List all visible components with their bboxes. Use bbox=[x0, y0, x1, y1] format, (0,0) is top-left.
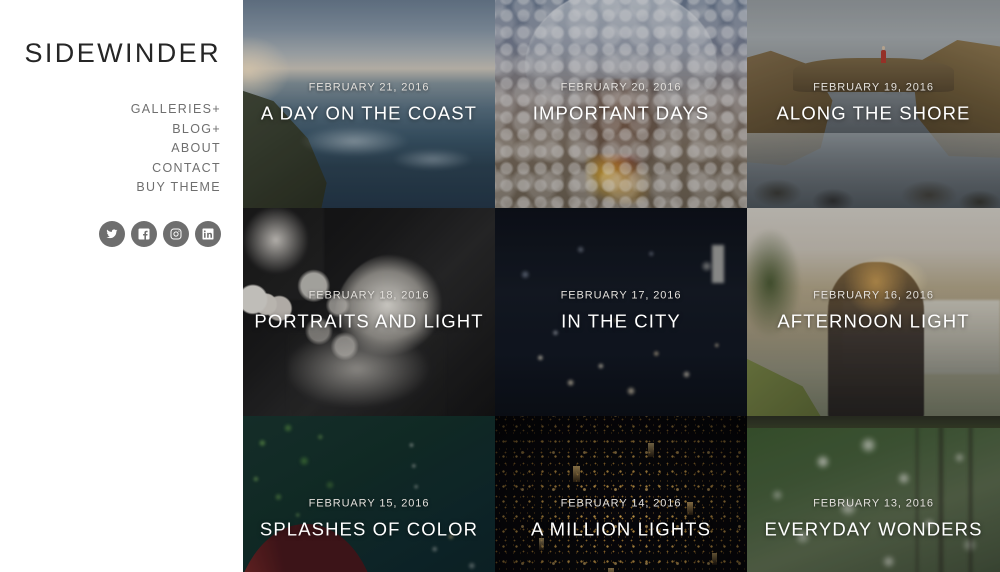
facebook-icon bbox=[138, 228, 150, 240]
tile-overlay-scrim bbox=[495, 416, 747, 572]
tile-caption: FEBRUARY 20, 2016 IMPORTANT DAYS bbox=[495, 81, 747, 128]
gallery-tile[interactable]: FEBRUARY 20, 2016 IMPORTANT DAYS bbox=[495, 0, 747, 208]
social-links bbox=[99, 221, 221, 247]
tile-date: FEBRUARY 16, 2016 bbox=[813, 289, 934, 302]
tile-date: FEBRUARY 19, 2016 bbox=[813, 81, 934, 94]
social-link-instagram[interactable] bbox=[163, 221, 189, 247]
tile-date: FEBRUARY 13, 2016 bbox=[813, 497, 934, 510]
nav-item-galleries[interactable]: GALLERIES+ bbox=[131, 100, 221, 120]
tile-date: FEBRUARY 21, 2016 bbox=[308, 81, 430, 94]
tile-caption: FEBRUARY 21, 2016 A DAY ON THE COAST bbox=[243, 81, 495, 128]
tile-date: FEBRUARY 18, 2016 bbox=[308, 289, 430, 302]
tile-title[interactable]: IMPORTANT DAYS bbox=[505, 100, 737, 128]
tile-date: FEBRUARY 20, 2016 bbox=[560, 81, 682, 94]
twitter-icon bbox=[106, 228, 118, 240]
nav-item-contact[interactable]: CONTACT bbox=[131, 159, 221, 179]
gallery-tile[interactable]: FEBRUARY 13, 2016 EVERYDAY WONDERS bbox=[747, 416, 1000, 572]
tile-caption: FEBRUARY 15, 2016 SPLASHES OF COLOR bbox=[243, 497, 495, 544]
tile-date: FEBRUARY 15, 2016 bbox=[308, 497, 430, 510]
main-navigation: GALLERIES+ BLOG+ ABOUT CONTACT BUY THEME bbox=[131, 100, 221, 198]
social-link-twitter[interactable] bbox=[99, 221, 125, 247]
instagram-icon bbox=[170, 228, 182, 240]
tile-overlay-scrim bbox=[747, 416, 1000, 572]
gallery-tile[interactable]: FEBRUARY 17, 2016 IN THE CITY bbox=[495, 208, 747, 416]
gallery-tile[interactable]: FEBRUARY 14, 2016 A MILLION LIGHTS bbox=[495, 416, 747, 572]
tile-title[interactable]: IN THE CITY bbox=[505, 308, 737, 336]
page-root: SIDEWINDER GALLERIES+ BLOG+ ABOUT CONTACT BU… bbox=[0, 0, 1000, 572]
tile-caption: FEBRUARY 17, 2016 IN THE CITY bbox=[495, 289, 747, 336]
tile-caption: FEBRUARY 13, 2016 EVERYDAY WONDERS bbox=[747, 497, 1000, 544]
tile-title[interactable]: PORTRAITS AND LIGHT bbox=[253, 308, 485, 336]
gallery-tile[interactable]: FEBRUARY 19, 2016 ALONG THE SHORE bbox=[747, 0, 1000, 208]
linkedin-icon bbox=[202, 228, 214, 240]
gallery-tile[interactable]: FEBRUARY 21, 2016 A DAY ON THE COAST bbox=[243, 0, 495, 208]
tile-caption: FEBRUARY 19, 2016 ALONG THE SHORE bbox=[747, 81, 1000, 128]
tile-date: FEBRUARY 14, 2016 bbox=[560, 497, 682, 510]
tile-title[interactable]: A MILLION LIGHTS bbox=[505, 516, 737, 544]
gallery-grid: FEBRUARY 21, 2016 A DAY ON THE COAST FEBRU… bbox=[243, 0, 1000, 572]
gallery-tile[interactable]: FEBRUARY 16, 2016 AFTERNOON LIGHT bbox=[747, 208, 1000, 416]
tile-overlay-scrim bbox=[243, 416, 495, 572]
social-link-facebook[interactable] bbox=[131, 221, 157, 247]
tile-caption: FEBRUARY 14, 2016 A MILLION LIGHTS bbox=[495, 497, 747, 544]
site-title[interactable]: SIDEWINDER bbox=[24, 40, 221, 67]
nav-item-buy-theme[interactable]: BUY THEME bbox=[131, 178, 221, 198]
sidebar: SIDEWINDER GALLERIES+ BLOG+ ABOUT CONTACT BU… bbox=[0, 0, 243, 572]
tile-title[interactable]: A DAY ON THE COAST bbox=[253, 100, 485, 128]
gallery-tile[interactable]: FEBRUARY 15, 2016 SPLASHES OF COLOR bbox=[243, 416, 495, 572]
tile-title[interactable]: EVERYDAY WONDERS bbox=[757, 516, 990, 544]
gallery-tile[interactable]: FEBRUARY 18, 2016 PORTRAITS AND LIGHT bbox=[243, 208, 495, 416]
tile-caption: FEBRUARY 18, 2016 PORTRAITS AND LIGHT bbox=[243, 289, 495, 336]
tile-title[interactable]: ALONG THE SHORE bbox=[757, 100, 990, 128]
tile-caption: FEBRUARY 16, 2016 AFTERNOON LIGHT bbox=[747, 289, 1000, 336]
nav-item-blog[interactable]: BLOG+ bbox=[131, 120, 221, 140]
tile-title[interactable]: SPLASHES OF COLOR bbox=[253, 516, 485, 544]
nav-item-about[interactable]: ABOUT bbox=[131, 139, 221, 159]
tile-date: FEBRUARY 17, 2016 bbox=[560, 289, 682, 302]
social-link-linkedin[interactable] bbox=[195, 221, 221, 247]
tile-title[interactable]: AFTERNOON LIGHT bbox=[757, 308, 990, 336]
